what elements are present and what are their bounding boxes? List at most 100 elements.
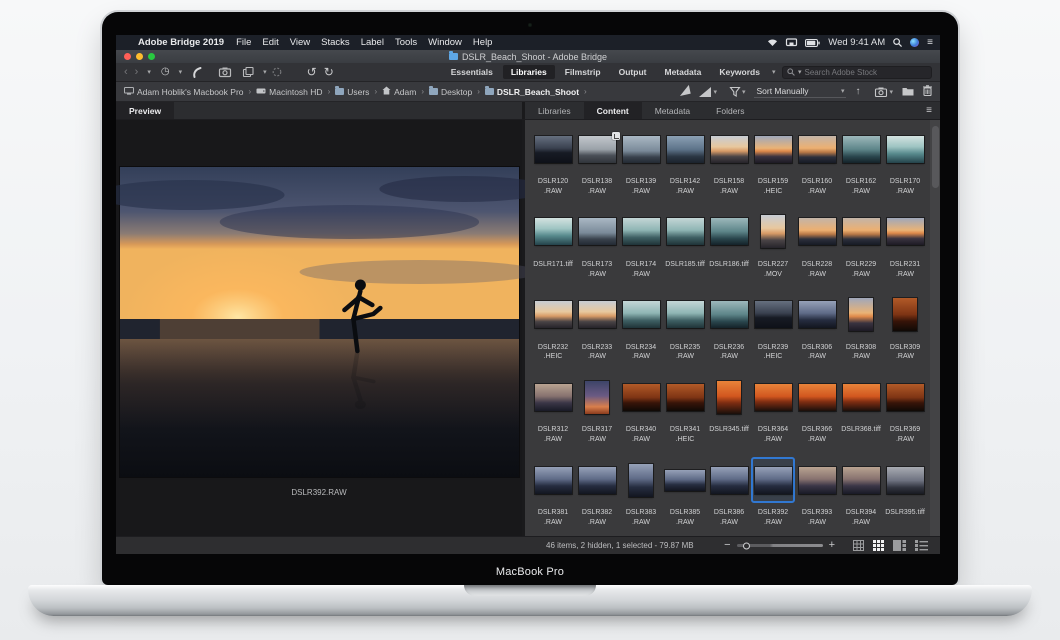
filter-control[interactable]: ▾ [729, 86, 745, 97]
thumbnail-dslr236[interactable]: DSLR236 .RAW [707, 288, 751, 371]
thumbnail-dslr308[interactable]: DSLR308 .RAW [839, 288, 883, 371]
menu-help[interactable]: Help [473, 37, 493, 48]
thumbnail-dslr170[interactable]: DSLR170 .RAW [883, 122, 927, 205]
nav-history-chevron-icon[interactable]: ▾ [147, 68, 151, 76]
sort-dropdown[interactable]: Sort Manually ▾ [754, 85, 847, 98]
menu-file[interactable]: File [236, 37, 251, 48]
thumbnail-dslr142[interactable]: DSLR142 .RAW [663, 122, 707, 205]
thumbnail-dslr234[interactable]: DSLR234 .RAW [619, 288, 663, 371]
thumbnail-dslr162[interactable]: DSLR162 .RAW [839, 122, 883, 205]
scrollbar-thumb[interactable] [931, 126, 939, 188]
thumbnail-dslr229[interactable]: DSLR229 .RAW [839, 205, 883, 288]
thumbnail-size-slider[interactable] [736, 542, 823, 549]
view-details-icon[interactable] [893, 540, 906, 551]
thumbnail-dslr306[interactable]: DSLR306 .RAW [795, 288, 839, 371]
close-window-button[interactable] [124, 53, 131, 60]
thumbnail-dslr369[interactable]: DSLR369 .RAW [883, 370, 927, 453]
workspace-tab-metadata[interactable]: Metadata [656, 65, 709, 79]
workspace-chevron-icon[interactable]: ▾ [772, 68, 776, 76]
back-button[interactable]: ‹ [124, 66, 128, 78]
recent-files-icon[interactable]: ◷ [161, 67, 170, 77]
thumbnail-dslr231[interactable]: DSLR231 .RAW [883, 205, 927, 288]
scrollbar-track[interactable] [930, 120, 940, 536]
thumbnail-dslr383[interactable]: DSLR383 .RAW [619, 453, 663, 536]
menubar-clock[interactable]: Wed 9:41 AM [828, 37, 885, 48]
tab-preview[interactable]: Preview [116, 102, 175, 119]
battery-icon[interactable] [805, 38, 820, 47]
delete-trash-icon[interactable] [923, 85, 932, 98]
new-folder-icon[interactable] [902, 86, 914, 98]
rotate-cw-icon[interactable]: ↻ [324, 66, 334, 78]
view-thumbnails-icon[interactable] [873, 540, 884, 551]
tab-libraries[interactable]: Libraries [525, 102, 584, 119]
workspace-tab-output[interactable]: Output [611, 65, 655, 79]
thumbnail-dslr366[interactable]: DSLR366 .RAW [795, 370, 839, 453]
wifi-icon[interactable] [767, 38, 778, 47]
thumbnail-dslr173[interactable]: DSLR173 .RAW [575, 205, 619, 288]
workspace-tab-filmstrip[interactable]: Filmstrip [557, 65, 609, 79]
display-mirroring-icon[interactable] [786, 38, 798, 47]
zoom-in-button[interactable]: + [829, 540, 835, 551]
thumbnail-dslr185[interactable]: DSLR185.tiff [663, 205, 707, 288]
import-from-camera-icon[interactable] [219, 67, 232, 78]
thumbnail-dslr159[interactable]: DSLR159 .HEIC [751, 122, 795, 205]
thumbnail-dslr312[interactable]: DSLR312 .RAW [531, 370, 575, 453]
thumbnail-dslr385[interactable]: DSLR385 .RAW [663, 453, 707, 536]
menu-view[interactable]: View [290, 37, 310, 48]
preview-image[interactable] [116, 167, 549, 477]
filter-rating-control[interactable]: ▾ [699, 86, 717, 97]
thumbnail-dslr160[interactable]: DSLR160 .RAW [795, 122, 839, 205]
thumbnail-dslr174[interactable]: DSLR174 .RAW [619, 205, 663, 288]
view-grid-lock-icon[interactable] [853, 540, 864, 551]
thumbnail-dslr393[interactable]: DSLR393 .RAW [795, 453, 839, 536]
thumbnail-dslr233[interactable]: DSLR233 .RAW [575, 288, 619, 371]
thumbnail-dslr394[interactable]: DSLR394 .RAW [839, 453, 883, 536]
view-list-icon[interactable] [915, 540, 928, 551]
thumbnail-dslr232[interactable]: DSLR232 .HEIC [531, 288, 575, 371]
workspace-tab-keywords[interactable]: Keywords [711, 65, 768, 79]
thumbnail-dslr392[interactable]: DSLR392 .RAW [751, 453, 795, 536]
minimize-window-button[interactable] [136, 53, 143, 60]
zoom-out-button[interactable]: − [724, 540, 730, 551]
breadcrumb-adam-hoblik-s-macbook-pro[interactable]: Adam Hoblik's Macbook Pro [124, 86, 244, 97]
breadcrumb-adam[interactable]: Adam [382, 86, 416, 97]
thumbnail-dslr381[interactable]: DSLR381 .RAW [531, 453, 575, 536]
tab-folders[interactable]: Folders [703, 102, 757, 119]
thumbnail-dslr382[interactable]: DSLR382 .RAW [575, 453, 619, 536]
thumbnail-dslr395[interactable]: DSLR395.tiff [883, 453, 927, 536]
thumbnail-dslr364[interactable]: DSLR364 .RAW [751, 370, 795, 453]
workspace-tab-libraries[interactable]: Libraries [502, 65, 555, 79]
panel-menu-icon[interactable]: ≡ [918, 102, 940, 119]
app-menu-title[interactable]: Adobe Bridge 2019 [138, 37, 224, 48]
thumbnail-dslr341[interactable]: DSLR341 .HEIC [663, 370, 707, 453]
menu-stacks[interactable]: Stacks [321, 37, 350, 48]
thumbnail-dslr386[interactable]: DSLR386 .RAW [707, 453, 751, 536]
sort-ascending-icon[interactable]: ↑ [855, 86, 860, 97]
siri-icon[interactable] [910, 38, 920, 47]
thumbnail-dslr139[interactable]: DSLR139 .RAW [619, 122, 663, 205]
thumbnail-dslr158[interactable]: DSLR158 .RAW [707, 122, 751, 205]
thumbnail-dslr227[interactable]: DSLR227 .MOV [751, 205, 795, 288]
rating-sort-icon[interactable] [679, 84, 692, 97]
slider-thumb[interactable] [742, 542, 750, 549]
menu-window[interactable]: Window [428, 37, 462, 48]
thumbnail-dslr138[interactable]: DSLR138 .RAW [575, 122, 620, 205]
workspace-tab-essentials[interactable]: Essentials [443, 65, 501, 79]
thumbnail-dslr345[interactable]: DSLR345.tiff [707, 370, 751, 453]
menu-edit[interactable]: Edit [262, 37, 278, 48]
breadcrumb-macintosh-hd[interactable]: Macintosh HD [256, 87, 323, 97]
thumbnail-dslr228[interactable]: DSLR228 .RAW [795, 205, 839, 288]
batch-chevron-icon[interactable]: ▾ [263, 68, 267, 76]
thumbnail-dslr317[interactable]: DSLR317 .RAW [575, 370, 619, 453]
forward-button[interactable]: › [135, 66, 139, 78]
menu-tools[interactable]: Tools [395, 37, 417, 48]
thumbnail-dslr235[interactable]: DSLR235 .RAW [663, 288, 707, 371]
adobe-stock-searchbox[interactable]: ▾ [782, 65, 932, 79]
zoom-window-button[interactable] [148, 53, 155, 60]
batch-files-icon[interactable] [243, 66, 254, 78]
breadcrumb-desktop[interactable]: Desktop [429, 85, 472, 97]
open-in-camera-raw-control[interactable]: ▾ [875, 87, 893, 97]
menu-label[interactable]: Label [361, 37, 384, 48]
tab-metadata[interactable]: Metadata [642, 102, 703, 119]
rotate-ccw-icon[interactable]: ↺ [307, 66, 317, 78]
